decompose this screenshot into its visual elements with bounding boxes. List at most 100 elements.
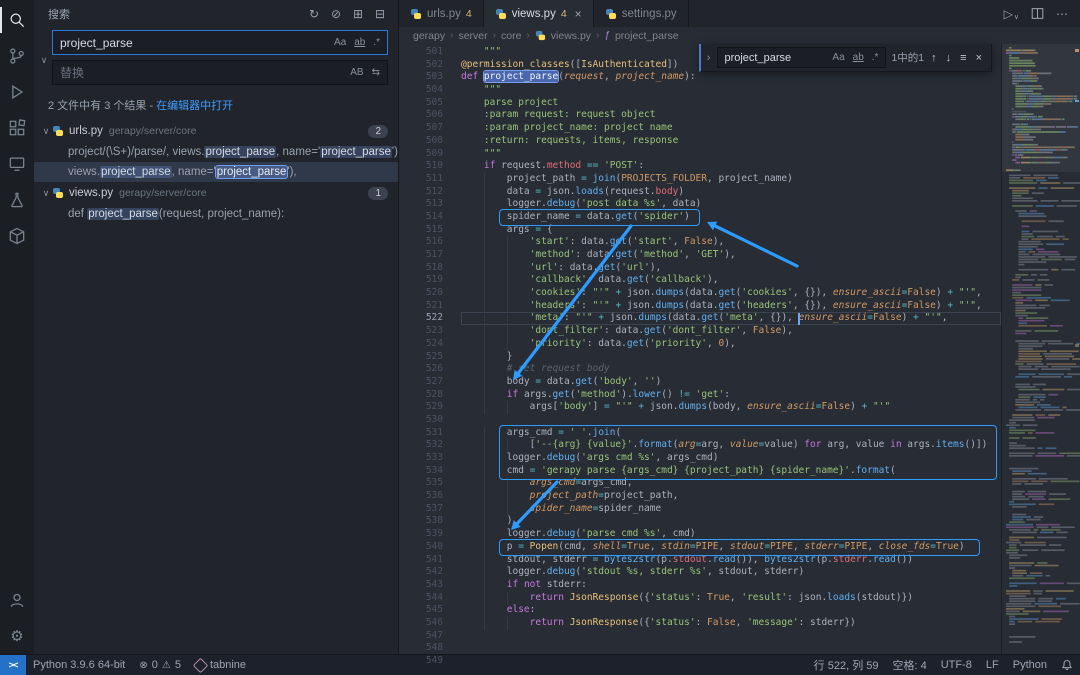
code-line[interactable]: spider_name = data.get('spider') [461,211,1001,224]
run-and-debug-icon[interactable] [0,74,34,110]
source-control-icon[interactable] [0,38,34,74]
find-match-case-icon[interactable]: Aa [828,51,848,64]
code-line[interactable]: data = json.loads(request.body) [461,186,1001,199]
code-line[interactable]: 'cookies': "'" + json.dumps(data.get('co… [461,287,1001,300]
remote-indicator[interactable]: >< [0,655,26,675]
notifications-bell-icon[interactable] [1054,659,1080,671]
tabnine-status[interactable]: tabnine [188,659,253,671]
code-line[interactable]: ['--{arg} {value}'.format(arg=arg, value… [461,439,1001,452]
code-line[interactable] [461,642,1001,654]
breadcrumb-file[interactable]: views.py [551,30,591,42]
code-line[interactable]: 'url': data.get('url'), [461,262,1001,275]
problems-status[interactable]: ⊗0 ⚠5 [132,659,188,671]
breadcrumb[interactable]: gerapy › server › core › views.py › ƒ pr… [399,27,1080,44]
tab-views-py[interactable]: views.py 4 × [484,0,594,27]
chevron-down-icon[interactable]: ∨ [40,188,52,199]
code-line[interactable]: :param request: request object [461,109,1001,122]
code-line[interactable]: else: [461,604,1001,617]
encoding-status[interactable]: UTF-8 [934,659,979,671]
code-line[interactable]: stdout, stderr = bytes2str(p.stdout.read… [461,554,1001,567]
run-python-file-button[interactable]: ▷∨ [1004,7,1019,21]
toggle-replace-icon[interactable]: ∨ [36,30,52,90]
package-icon[interactable] [0,218,34,254]
code-line[interactable]: if request.method == 'POST': [461,160,1001,173]
code-line[interactable]: args_cmd = ' '.join( [461,427,1001,440]
code-line[interactable]: """ [461,84,1001,97]
file-result-urls[interactable]: ∨ urls.py gerapy/server/core 2 [34,120,398,142]
code-editor[interactable]: 5015025035045055065075085095105115125135… [399,44,1080,654]
code-line[interactable]: if args.get('method').lower() != 'get': [461,389,1001,402]
clear-search-results-icon[interactable]: ⊘ [326,4,346,24]
chevron-down-icon[interactable]: ∨ [40,126,52,137]
find-toggle-replace-icon[interactable]: › [705,52,713,64]
code-line[interactable]: """ [461,148,1001,161]
refresh-icon[interactable]: ↻ [304,4,324,24]
more-actions-icon[interactable]: ⋯ [1056,7,1068,21]
code-line[interactable] [461,414,1001,427]
code-line[interactable]: 'dont_filter': data.get('dont_filter', F… [461,325,1001,338]
code-line[interactable]: :return: requests, items, response [461,135,1001,148]
code-line[interactable]: :param project_name: project name [461,122,1001,135]
tab-urls-py[interactable]: urls.py 4 [399,0,484,27]
open-new-search-editor-icon[interactable]: ⊞ [348,4,368,24]
code-line[interactable]: # set request body [461,363,1001,376]
find-close-icon[interactable]: × [974,52,984,64]
search-match-row-selected[interactable]: views.project_parse, name='project_parse… [34,162,398,182]
search-match-row[interactable]: project/(\S+)/parse/, views.project_pars… [34,142,398,162]
code-line[interactable]: project_path=project_path, [461,490,1001,503]
code-line[interactable]: logger.debug('args cmd %s', args_cmd) [461,452,1001,465]
code-line[interactable]: body = data.get('body', '') [461,376,1001,389]
code-line[interactable]: ) [461,515,1001,528]
find-next-icon[interactable]: ↓ [944,52,954,64]
code-line[interactable]: 'start': data.get('start', False), [461,236,1001,249]
preserve-case-icon[interactable]: AB [346,66,367,79]
eol-status[interactable]: LF [979,659,1006,671]
breadcrumb-symbol[interactable]: project_parse [615,30,679,42]
code-line[interactable]: cmd = 'gerapy parse {args_cmd} {project_… [461,465,1001,478]
code-line[interactable]: logger.debug('stdout %s, stderr %s', std… [461,566,1001,579]
code-line[interactable]: args['body'] = "'" + json.dumps(body, en… [461,401,1001,414]
find-previous-icon[interactable]: ↑ [929,52,939,64]
settings-gear-icon[interactable]: ⚙ [0,618,34,654]
split-editor-icon[interactable] [1031,7,1044,20]
match-case-icon[interactable]: Aa [330,36,350,49]
code-line[interactable]: 'headers': "'" + json.dumps(data.get('he… [461,300,1001,313]
find-in-selection-icon[interactable]: ≡ [958,52,968,64]
search-match-row[interactable]: def project_parse(request, project_name)… [34,204,398,224]
search-input[interactable]: project_parse Aa ab .* [52,30,388,55]
breadcrumb-item[interactable]: server [458,30,487,42]
find-whole-word-icon[interactable]: ab [849,51,868,64]
open-in-editor-link[interactable]: 在编辑器中打开 [156,100,233,112]
code-line[interactable]: 'priority': data.get('priority', 0), [461,338,1001,351]
collapse-all-icon[interactable]: ⊟ [370,4,390,24]
close-tab-icon[interactable]: × [575,7,582,21]
code-line[interactable]: logger.debug('parse cmd %s', cmd) [461,528,1001,541]
python-interpreter-status[interactable]: Python 3.9.6 64-bit [26,659,132,671]
code-line[interactable]: args_cmd=args_cmd, [461,477,1001,490]
replace-input[interactable]: 替换 AB ⇆ [52,60,388,85]
extensions-icon[interactable] [0,110,34,146]
code-line[interactable]: args = { [461,224,1001,237]
whole-word-icon[interactable]: ab [350,36,369,49]
code-line[interactable]: def project_parse(request, project_name)… [461,71,1001,84]
code-line[interactable]: 'meta': "'" + json.dumps(data.get('meta'… [461,312,1001,325]
replace-all-icon[interactable]: ⇆ [368,66,384,79]
tab-settings-py[interactable]: settings.py [594,0,689,27]
code-line[interactable]: spider_name=spider_name [461,503,1001,516]
find-input[interactable]: project_parse Aa ab .* [717,47,886,68]
code-line[interactable]: return JsonResponse({'status': True, 're… [461,592,1001,605]
language-mode-status[interactable]: Python [1006,659,1054,671]
code-line[interactable] [461,630,1001,643]
code-line[interactable]: } [461,351,1001,364]
breadcrumb-item[interactable]: core [501,30,521,42]
find-regex-icon[interactable]: .* [868,51,883,64]
code-line[interactable]: if not stderr: [461,579,1001,592]
code-line[interactable]: parse project [461,97,1001,110]
code-line[interactable]: 'callback': data.get('callback'), [461,274,1001,287]
cursor-position-status[interactable]: 行 522, 列 59 [807,657,886,673]
code-line[interactable]: p = Popen(cmd, shell=True, stdin=PIPE, s… [461,541,1001,554]
breadcrumb-item[interactable]: gerapy [413,30,445,42]
minimap[interactable] [1001,44,1080,654]
code-line[interactable]: 'method': data.get('method', 'GET'), [461,249,1001,262]
remote-explorer-icon[interactable] [0,146,34,182]
